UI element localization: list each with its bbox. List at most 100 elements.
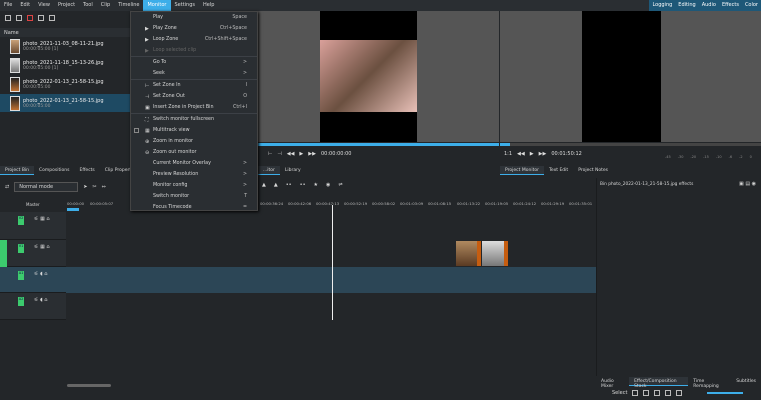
menu-item-switch-monitor-fullscreen[interactable]: ⛶ Switch monitor fullscreen xyxy=(131,114,257,125)
menu-edit[interactable]: Edit xyxy=(16,0,34,11)
select-tool-icon[interactable]: ➤ xyxy=(83,184,87,190)
play-icon[interactable]: ▶ xyxy=(530,151,534,157)
menu-item-set-zone-out[interactable]: ⊣ Set Zone Out O xyxy=(131,91,257,102)
track-controls-icon[interactable]: ⚟ ▦ ⌂ xyxy=(34,244,50,250)
layout-editing[interactable]: Editing xyxy=(675,0,698,11)
track-a1[interactable]: A1 ⚟ ◖ ⌂ xyxy=(0,267,596,293)
forward-icon[interactable]: ▶▶ xyxy=(539,151,547,157)
project-timecode[interactable]: 00:01:50:12 xyxy=(551,151,582,157)
layout-effects[interactable]: Effects xyxy=(719,0,742,11)
tab-project-notes[interactable]: Project Notes xyxy=(573,166,613,175)
menu-item-insert-zone-in-project-bin[interactable]: ▣ Insert Zone in Project Bin Ctrl+I xyxy=(131,102,257,113)
tab-project-bin[interactable]: Project Bin xyxy=(0,166,35,175)
config-icon[interactable]: ⇄ xyxy=(5,184,9,190)
tab-effects[interactable]: Effects xyxy=(74,166,99,175)
menu-item-zoom-in-monitor[interactable]: ⊕ Zoom in monitor xyxy=(131,136,257,147)
timeline-ruler[interactable]: Master 00:00:00 00:00:05:07 00:00:36:24 … xyxy=(0,198,596,212)
track-tag[interactable]: A2 xyxy=(18,297,24,306)
menu-item-play[interactable]: Play Space xyxy=(131,12,257,23)
forward-icon[interactable]: ▶▶ xyxy=(308,151,316,157)
menu-item-zoom-out-monitor[interactable]: ⊖ Zoom out monitor xyxy=(131,147,257,158)
tab-audio-mixer[interactable]: Audio Mixer xyxy=(596,377,629,389)
track-tag[interactable]: V1 xyxy=(18,244,24,253)
layout-audio[interactable]: Audio xyxy=(699,0,719,11)
project-monitor-ruler[interactable] xyxy=(500,143,761,146)
razor-icon[interactable]: ✂ xyxy=(92,184,96,190)
list-view-icon[interactable] xyxy=(49,15,55,21)
timeline-zone[interactable] xyxy=(67,208,79,211)
menu-item-switch-monitor[interactable]: Switch monitor T xyxy=(131,191,257,202)
track-controls-icon[interactable]: ⚟ ◖ ⌂ xyxy=(34,271,47,277)
menu-item-seek[interactable]: Seek > xyxy=(131,68,257,79)
split-icon[interactable] xyxy=(676,390,683,396)
menu-monitor[interactable]: Monitor xyxy=(143,0,171,11)
menu-item-preview-resolution[interactable]: Preview Resolution > xyxy=(131,169,257,180)
track-tag[interactable]: V2 xyxy=(18,216,24,225)
menu-item-loop-selected-clip[interactable]: ▶ Loop selected clip xyxy=(131,45,257,56)
film-icon[interactable] xyxy=(643,390,650,396)
timeline-clip[interactable] xyxy=(456,241,481,266)
tag-icon[interactable] xyxy=(38,15,44,21)
tab-clip-monitor[interactable]: ...itor xyxy=(258,166,280,175)
rewind-icon[interactable]: ◀◀ xyxy=(287,151,295,157)
edit-mode-select[interactable]: Normal mode xyxy=(14,182,79,192)
extract-icon[interactable]: ▲ xyxy=(274,182,278,188)
tab-subtitles[interactable]: Subtitles xyxy=(731,377,761,386)
timeline-clip[interactable] xyxy=(482,241,508,266)
menu-item-play-zone[interactable]: ▶ Play Zone Ctrl+Space xyxy=(131,23,257,34)
tab-text-edit[interactable]: Text Edit xyxy=(544,166,573,175)
zoom-select[interactable]: 1:1 xyxy=(504,151,512,157)
track-controls-icon[interactable]: ⚟ ▦ ⌂ xyxy=(34,216,50,222)
track-controls-icon[interactable]: ⚟ ◖ ⌂ xyxy=(34,297,47,303)
layout-color[interactable]: Color xyxy=(742,0,761,11)
menu-item-monitor-config[interactable]: Monitor config > xyxy=(131,180,257,191)
record-icon[interactable]: ◉ xyxy=(326,182,330,188)
menu-item-current-monitor-overlay[interactable]: Current Monitor Overlay > xyxy=(131,158,257,169)
snap-icon[interactable] xyxy=(654,390,661,396)
menu-item-multitrack-view[interactable]: ▦ Multitrack view xyxy=(131,125,257,136)
checkbox[interactable] xyxy=(134,128,139,133)
tag-icon[interactable] xyxy=(632,390,639,396)
zoom-slider[interactable] xyxy=(707,392,744,394)
menu-item-loop-zone[interactable]: ▶ Loop Zone Ctrl+Shift+Space xyxy=(131,34,257,45)
effect-toolbar-icons[interactable]: ▣ ▤ ◉ xyxy=(739,181,756,187)
menu-tool[interactable]: Tool xyxy=(79,0,97,11)
tab-library[interactable]: Library xyxy=(280,166,306,175)
spacer-icon[interactable]: ⇔ xyxy=(102,184,106,190)
clip-monitor-ruler[interactable] xyxy=(258,143,499,146)
playhead[interactable] xyxy=(332,205,333,320)
folder-icon[interactable] xyxy=(16,15,22,21)
menu-view[interactable]: View xyxy=(34,0,54,11)
tab-time-remapping[interactable]: Time Remapping xyxy=(688,377,731,389)
menu-file[interactable]: File xyxy=(0,0,16,11)
track-v1[interactable]: V1 ⚟ ▦ ⌂ xyxy=(0,240,596,267)
rewind-icon[interactable]: ◀◀ xyxy=(517,151,525,157)
menu-item-focus-timecode[interactable]: Focus Timecode = xyxy=(131,202,257,213)
timeline-scrollbar[interactable] xyxy=(67,384,111,387)
menu-settings[interactable]: Settings xyxy=(171,0,200,11)
tab-effect-stack[interactable]: Effect/Composition Stack xyxy=(629,377,689,389)
menu-timeline[interactable]: Timeline xyxy=(114,0,143,11)
clip-timecode[interactable]: 00:00:00:00 xyxy=(321,151,352,157)
layout-logging[interactable]: Logging xyxy=(649,0,675,11)
delete-icon[interactable] xyxy=(27,15,33,21)
overwrite-icon[interactable]: •• xyxy=(300,182,306,188)
zone-in-icon[interactable]: ⊢ xyxy=(268,151,272,157)
play-icon[interactable]: ▶ xyxy=(299,151,303,157)
tab-project-monitor[interactable]: Project Monitor xyxy=(500,166,544,175)
track-a2[interactable]: A2 ⚟ ◖ ⌂ xyxy=(0,293,596,320)
menu-clip[interactable]: Clip xyxy=(97,0,114,11)
lift-icon[interactable]: ▲ xyxy=(262,182,266,188)
menu-help[interactable]: Help xyxy=(199,0,218,11)
tab-compositions[interactable]: Compositions xyxy=(34,166,74,175)
zone-out-icon[interactable]: ⊣ xyxy=(277,151,281,157)
flag-icon[interactable] xyxy=(665,390,672,396)
favorite-icon[interactable]: ★ xyxy=(314,182,318,188)
mix-icon[interactable]: ⇌ xyxy=(338,182,342,188)
insert-icon[interactable]: •• xyxy=(286,182,292,188)
track-v2[interactable]: V2 ⚟ ▦ ⌂ xyxy=(0,212,596,240)
menu-project[interactable]: Project xyxy=(54,0,79,11)
menu-item-go-to[interactable]: Go To > xyxy=(131,57,257,68)
track-tag[interactable]: A1 xyxy=(18,271,24,280)
menu-item-set-zone-in[interactable]: ⊢ Set Zone In I xyxy=(131,80,257,91)
